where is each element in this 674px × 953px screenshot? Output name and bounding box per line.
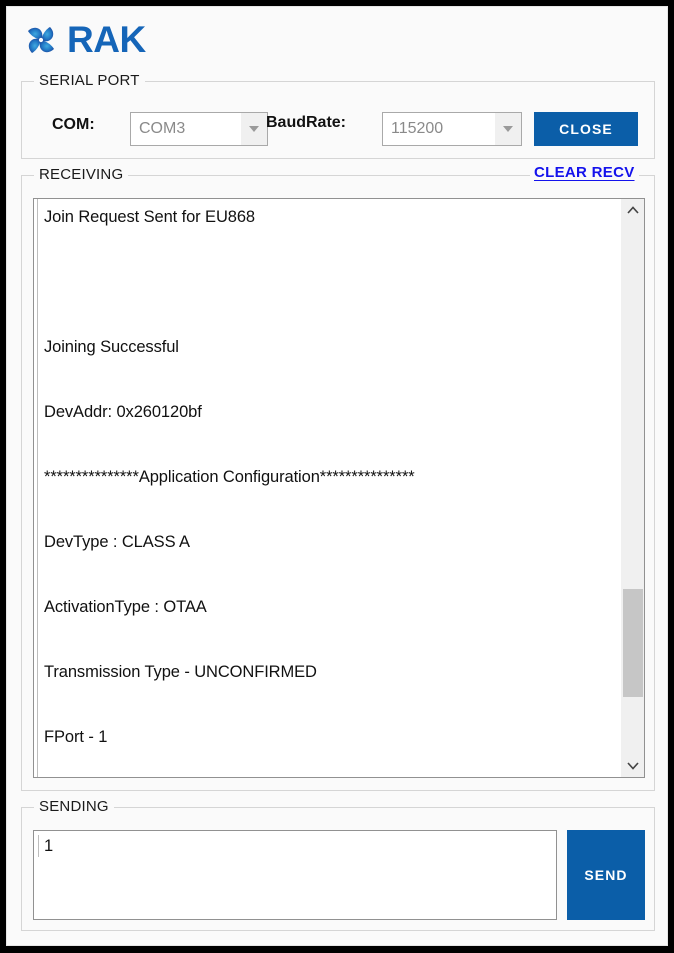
receiving-group-title: RECEIVING <box>34 166 129 183</box>
receiving-line: ActivationType : OTAA <box>44 598 207 616</box>
clear-recv-link[interactable]: CLEAR RECV <box>530 164 639 181</box>
baudrate-select[interactable]: 115200 <box>382 112 522 146</box>
baudrate-label: BaudRate: <box>266 114 347 131</box>
rak-pinwheel-logo-icon <box>21 20 61 60</box>
chevron-down-icon[interactable] <box>241 113 267 145</box>
com-port-value: COM3 <box>131 113 241 145</box>
sending-group: SENDING 1 SEND <box>21 798 655 931</box>
receiving-line <box>44 268 620 333</box>
brand-name: RAK <box>67 19 146 60</box>
com-label: COM: <box>52 116 95 133</box>
close-port-button[interactable]: CLOSE <box>534 112 638 146</box>
receiving-line: DevType : CLASS A <box>44 533 190 551</box>
serial-port-group: SERIAL PORT COM: COM3 BaudRate: 115200 C… <box>21 72 655 159</box>
window-client-area: RAK SERIAL PORT COM: COM3 BaudRate: 1152… <box>6 6 668 946</box>
receiving-line: DevAddr: 0x260120bf <box>44 403 202 421</box>
send-button[interactable]: SEND <box>567 830 645 920</box>
baudrate-value: 115200 <box>383 113 495 145</box>
application-window: RAK SERIAL PORT COM: COM3 BaudRate: 1152… <box>0 0 674 953</box>
scrollbar-thumb[interactable] <box>623 589 643 697</box>
sending-group-title: SENDING <box>34 798 114 815</box>
receiving-textarea[interactable]: Join Request Sent for EU868 Joining Succ… <box>33 198 645 778</box>
receiving-line: Joining Successful <box>44 338 179 356</box>
receiving-line: Transmission Type - UNCONFIRMED <box>44 663 317 681</box>
receiving-line: FPort - 1 <box>44 728 108 746</box>
com-port-select[interactable]: COM3 <box>130 112 268 146</box>
sending-textarea[interactable]: 1 <box>33 830 557 920</box>
chevron-down-icon[interactable] <box>621 755 645 777</box>
receiving-line: ***************Application Configuration… <box>44 468 415 486</box>
brand-header: RAK <box>15 15 335 67</box>
receiving-line: Join Request Sent for EU868 <box>44 208 256 226</box>
sending-text-value: 1 <box>38 835 556 857</box>
chevron-down-icon[interactable] <box>495 113 521 145</box>
receiving-text-content: Join Request Sent for EU868 Joining Succ… <box>37 199 620 777</box>
chevron-up-icon[interactable] <box>621 199 645 221</box>
receiving-scrollbar[interactable] <box>620 199 644 777</box>
serial-port-group-title: SERIAL PORT <box>34 72 145 89</box>
receiving-group: RECEIVING CLEAR RECV Join Request Sent f… <box>21 164 655 791</box>
